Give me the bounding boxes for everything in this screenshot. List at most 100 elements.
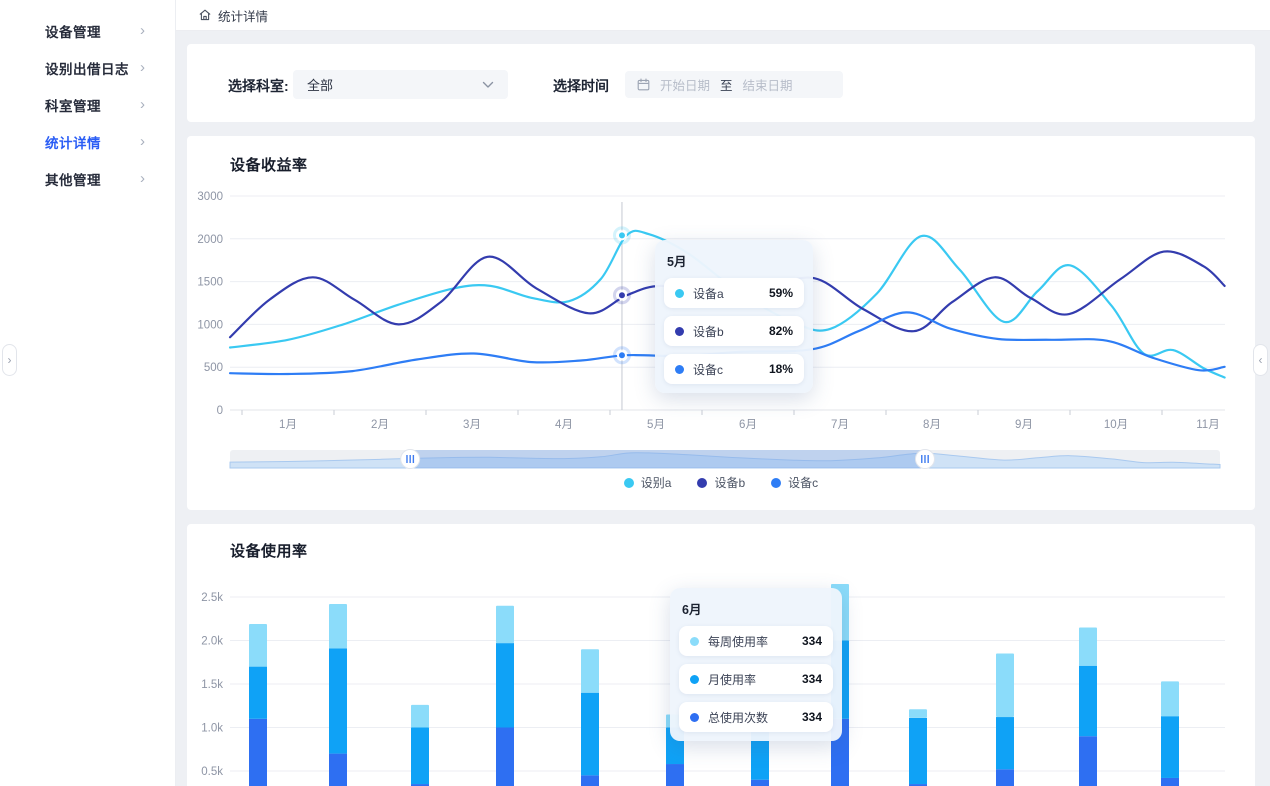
- revenue-tooltip: 5月 设备a 59% 设备b 82% 设备c 18%: [655, 240, 813, 393]
- filter-card: 选择科室: 全部 选择时间 开始日期 至 结束日期: [187, 44, 1255, 122]
- tooltip-title: 5月: [667, 251, 804, 270]
- sidebar-item-label: 科室管理: [45, 95, 140, 115]
- svg-text:5月: 5月: [647, 419, 665, 431]
- end-date-input[interactable]: 结束日期: [743, 75, 793, 94]
- usage-bar-10[interactable]: [996, 654, 1014, 786]
- series-dot-icon: [675, 327, 684, 336]
- svg-text:2月: 2月: [371, 419, 389, 431]
- department-label: 选择科室:: [228, 76, 289, 96]
- chart-legend: 设别a 设备b 设备c: [187, 474, 1255, 491]
- legend-dot-icon: [697, 478, 707, 488]
- date-range-picker[interactable]: 开始日期 至 结束日期: [625, 71, 843, 98]
- calendar-icon: [637, 78, 650, 91]
- usage-bar-5[interactable]: [581, 649, 599, 786]
- series-dot-icon: [675, 365, 684, 374]
- chevron-right-icon: ›: [140, 96, 145, 113]
- breadcrumb[interactable]: 统计详情: [218, 6, 268, 25]
- tooltip-row-value: 334: [802, 634, 822, 648]
- svg-text:2.0k: 2.0k: [201, 636, 223, 648]
- sidebar-item-1[interactable]: 设别出借日志›: [0, 49, 175, 86]
- series-dot-icon: [690, 713, 699, 722]
- legend-dot-icon: [624, 478, 634, 488]
- sidebar-item-label: 设备管理: [45, 21, 140, 41]
- expand-left-panel-button[interactable]: ›: [2, 344, 17, 376]
- legend-item-1[interactable]: 设备b: [697, 474, 745, 491]
- sidebar-item-label: 设别出借日志: [45, 58, 140, 78]
- usage-bar-2[interactable]: [329, 604, 347, 786]
- svg-text:3月: 3月: [463, 419, 481, 431]
- usage-bar-11[interactable]: [1079, 627, 1097, 786]
- sidebar-item-2[interactable]: 科室管理›: [0, 86, 175, 123]
- datazoom-handle-left[interactable]: [401, 450, 420, 469]
- tooltip-row-label: 月使用率: [708, 671, 788, 688]
- tooltip-row-label: 设备b: [693, 323, 755, 340]
- usage-bar-1[interactable]: [249, 624, 267, 786]
- legend-item-0[interactable]: 设别a: [624, 474, 672, 491]
- legend-item-label: 设别a: [641, 474, 672, 491]
- tooltip-title: 6月: [682, 599, 833, 618]
- tooltip-row-value: 18%: [769, 362, 793, 376]
- tooltip-row: 设备c 18%: [664, 354, 804, 384]
- tooltip-row-value: 334: [802, 710, 822, 724]
- svg-text:2000: 2000: [197, 234, 223, 246]
- tooltip-row: 设备a 59%: [664, 278, 804, 308]
- sidebar-item-label: 其他管理: [45, 169, 140, 189]
- svg-text:11月: 11月: [1196, 419, 1219, 431]
- tooltip-row: 设备b 82%: [664, 316, 804, 346]
- svg-text:4月: 4月: [555, 419, 573, 431]
- department-select-value: 全部: [307, 75, 482, 94]
- chevron-right-icon: ›: [140, 59, 145, 76]
- svg-text:1000: 1000: [197, 319, 223, 331]
- time-label: 选择时间: [553, 76, 609, 96]
- start-date-input[interactable]: 开始日期: [660, 75, 710, 94]
- tooltip-row-value: 334: [802, 672, 822, 686]
- svg-text:2.5k: 2.5k: [201, 592, 223, 604]
- expand-right-panel-button[interactable]: ‹: [1253, 344, 1268, 376]
- sidebar-item-label: 统计详情: [45, 132, 140, 152]
- sidebar-item-4[interactable]: 其他管理›: [0, 160, 175, 197]
- legend-item-2[interactable]: 设备c: [771, 474, 818, 491]
- svg-text:0.5k: 0.5k: [201, 766, 223, 778]
- revenue-chart-card: 设备收益率 300020001500100050001月2月3月4月5月6月7月…: [187, 136, 1255, 510]
- svg-text:1.0k: 1.0k: [201, 723, 223, 735]
- range-separator: 至: [720, 75, 733, 94]
- svg-text:7月: 7月: [831, 419, 849, 431]
- usage-bar-3[interactable]: [411, 705, 429, 786]
- sidebar-item-0[interactable]: 设备管理›: [0, 12, 175, 49]
- svg-text:500: 500: [204, 362, 223, 374]
- topbar: 统计详情: [176, 0, 1270, 31]
- svg-text:1500: 1500: [197, 277, 223, 289]
- chevron-right-icon: ›: [140, 170, 145, 187]
- svg-text:6月: 6月: [739, 419, 757, 431]
- svg-text:3000: 3000: [197, 191, 223, 203]
- svg-text:9月: 9月: [1015, 419, 1033, 431]
- legend-item-label: 设备c: [788, 474, 818, 491]
- usage-tooltip: 6月 每周使用率 334 月使用率 334 总使用次数 334: [670, 588, 842, 741]
- svg-text:8月: 8月: [923, 419, 941, 431]
- usage-chart-card: 设备使用率 2.5k2.0k1.5k1.0k0.5k 6月 每周使用率334月使…: [187, 524, 1255, 786]
- svg-text:10月: 10月: [1104, 419, 1128, 431]
- series-dot-icon: [690, 675, 699, 684]
- tooltip-row-value: 82%: [769, 324, 793, 338]
- chevron-down-icon: [482, 81, 494, 89]
- svg-text:1月: 1月: [279, 419, 297, 431]
- department-select[interactable]: 全部: [293, 70, 508, 99]
- sidebar: 设备管理›设别出借日志›科室管理›统计详情›其他管理›: [0, 0, 176, 786]
- tooltip-row-value: 59%: [769, 286, 793, 300]
- chevron-right-icon: ›: [140, 133, 145, 150]
- tooltip-row-label: 总使用次数: [708, 709, 788, 726]
- tooltip-row-label: 每周使用率: [708, 633, 788, 650]
- legend-item-label: 设备b: [714, 474, 745, 491]
- legend-dot-icon: [771, 478, 781, 488]
- svg-text:1.5k: 1.5k: [201, 679, 223, 691]
- datazoom-handle-right[interactable]: [915, 450, 934, 469]
- sidebar-item-3[interactable]: 统计详情›: [0, 123, 175, 160]
- tooltip-row-label: 设备c: [693, 361, 755, 378]
- svg-text:0: 0: [217, 405, 223, 417]
- chevron-right-icon: ›: [140, 22, 145, 39]
- usage-bar-9[interactable]: [909, 709, 927, 786]
- usage-bar-12[interactable]: [1161, 681, 1179, 786]
- usage-bar-4[interactable]: [496, 606, 514, 786]
- tooltip-row-label: 设备a: [693, 285, 755, 302]
- home-icon: [198, 8, 212, 22]
